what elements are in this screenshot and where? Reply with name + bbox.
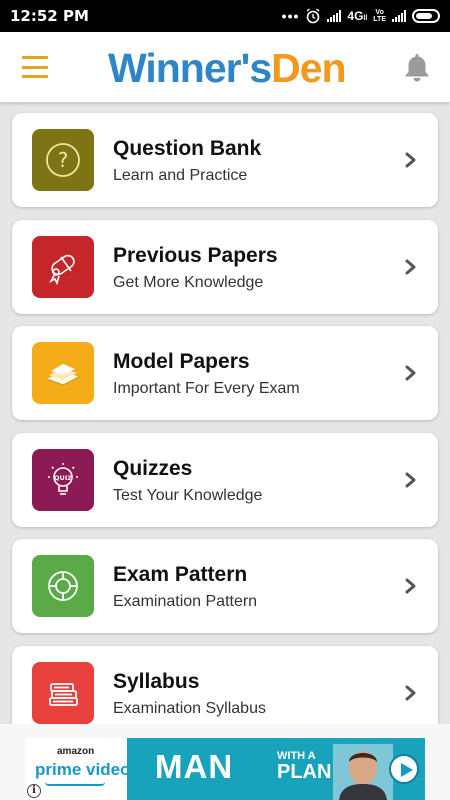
- books-icon: [32, 661, 94, 724]
- ad-banner[interactable]: amazon prime video MAN WITH A PLAN i: [25, 738, 425, 800]
- menu-card-quizzes[interactable]: QUIZ Quizzes Test Your Knowledge: [12, 432, 438, 527]
- status-bar: 12:52 PM ••• 4Gll Vo LTE: [0, 0, 450, 32]
- app-logo: Winner'sDen: [108, 45, 347, 91]
- card-title: Quizzes: [113, 456, 193, 480]
- card-title: Exam Pattern: [113, 563, 248, 586]
- card-subtitle: Get More Knowledge: [113, 273, 264, 291]
- ad-product: prime video: [35, 760, 131, 779]
- card-title: Question Bank: [113, 137, 262, 160]
- card-subtitle: Test Your Knowledge: [113, 486, 263, 504]
- svg-text:?: ?: [58, 148, 69, 172]
- menu-card-exam-pattern[interactable]: Exam Pattern Examination Pattern: [12, 539, 438, 633]
- status-icons: ••• 4Gll Vo LTE: [282, 8, 440, 24]
- card-title: Syllabus: [113, 669, 200, 693]
- card-title: Previous Papers: [113, 243, 278, 267]
- battery-icon: [412, 9, 440, 23]
- ad-subheadline: WITH A PLAN: [277, 750, 332, 783]
- menu-card-previous-papers[interactable]: Previous Papers Get More Knowledge: [12, 219, 438, 314]
- amazon-smile-icon: [45, 782, 105, 786]
- volte-indicator: Vo LTE: [373, 9, 386, 23]
- more-notifications-icon: •••: [281, 8, 300, 24]
- chevron-right-icon: [405, 152, 416, 168]
- ad-headline: MAN: [155, 748, 234, 785]
- chevron-right-icon: [405, 578, 416, 594]
- pattern-icon: [32, 555, 94, 617]
- app-bar: Winner'sDen: [0, 32, 450, 102]
- card-title: Model Papers: [113, 350, 250, 373]
- hamburger-menu-icon[interactable]: [22, 54, 48, 80]
- card-subtitle: Examination Syllabus: [113, 699, 266, 717]
- question-icon: ?: [32, 129, 94, 191]
- ad-info-icon[interactable]: i: [27, 784, 41, 798]
- card-subtitle: Examination Pattern: [113, 593, 258, 610]
- quiz-bulb-icon: QUIZ: [32, 448, 94, 511]
- card-subtitle: Learn and Practice: [113, 167, 248, 184]
- chevron-right-icon: [405, 685, 416, 700]
- chevron-right-icon: [405, 472, 416, 487]
- signal-icon-2: [392, 10, 406, 22]
- signal-icon-1: [327, 10, 342, 22]
- chevron-right-icon: [405, 365, 416, 381]
- alarm-icon: [306, 8, 320, 24]
- notification-bell-icon[interactable]: [400, 50, 434, 84]
- card-subtitle: Important For Every Exam: [113, 380, 300, 397]
- scroll-icon: [32, 235, 94, 298]
- network-type: 4Gll: [347, 9, 368, 23]
- actor-photo-icon: [333, 744, 393, 800]
- play-icon[interactable]: [389, 754, 419, 784]
- svg-text:QUIZ: QUIZ: [54, 474, 72, 482]
- chevron-right-icon: [405, 259, 416, 274]
- menu-list: ? Question Bank Learn and Practice Previ…: [12, 113, 438, 752]
- menu-card-model-papers[interactable]: Model Papers Important For Every Exam: [12, 326, 438, 420]
- status-time: 12:52 PM: [10, 7, 89, 25]
- menu-card-question-bank[interactable]: ? Question Bank Learn and Practice: [12, 113, 438, 207]
- ad-brand-small: amazon: [57, 746, 95, 757]
- papers-icon: [32, 342, 94, 404]
